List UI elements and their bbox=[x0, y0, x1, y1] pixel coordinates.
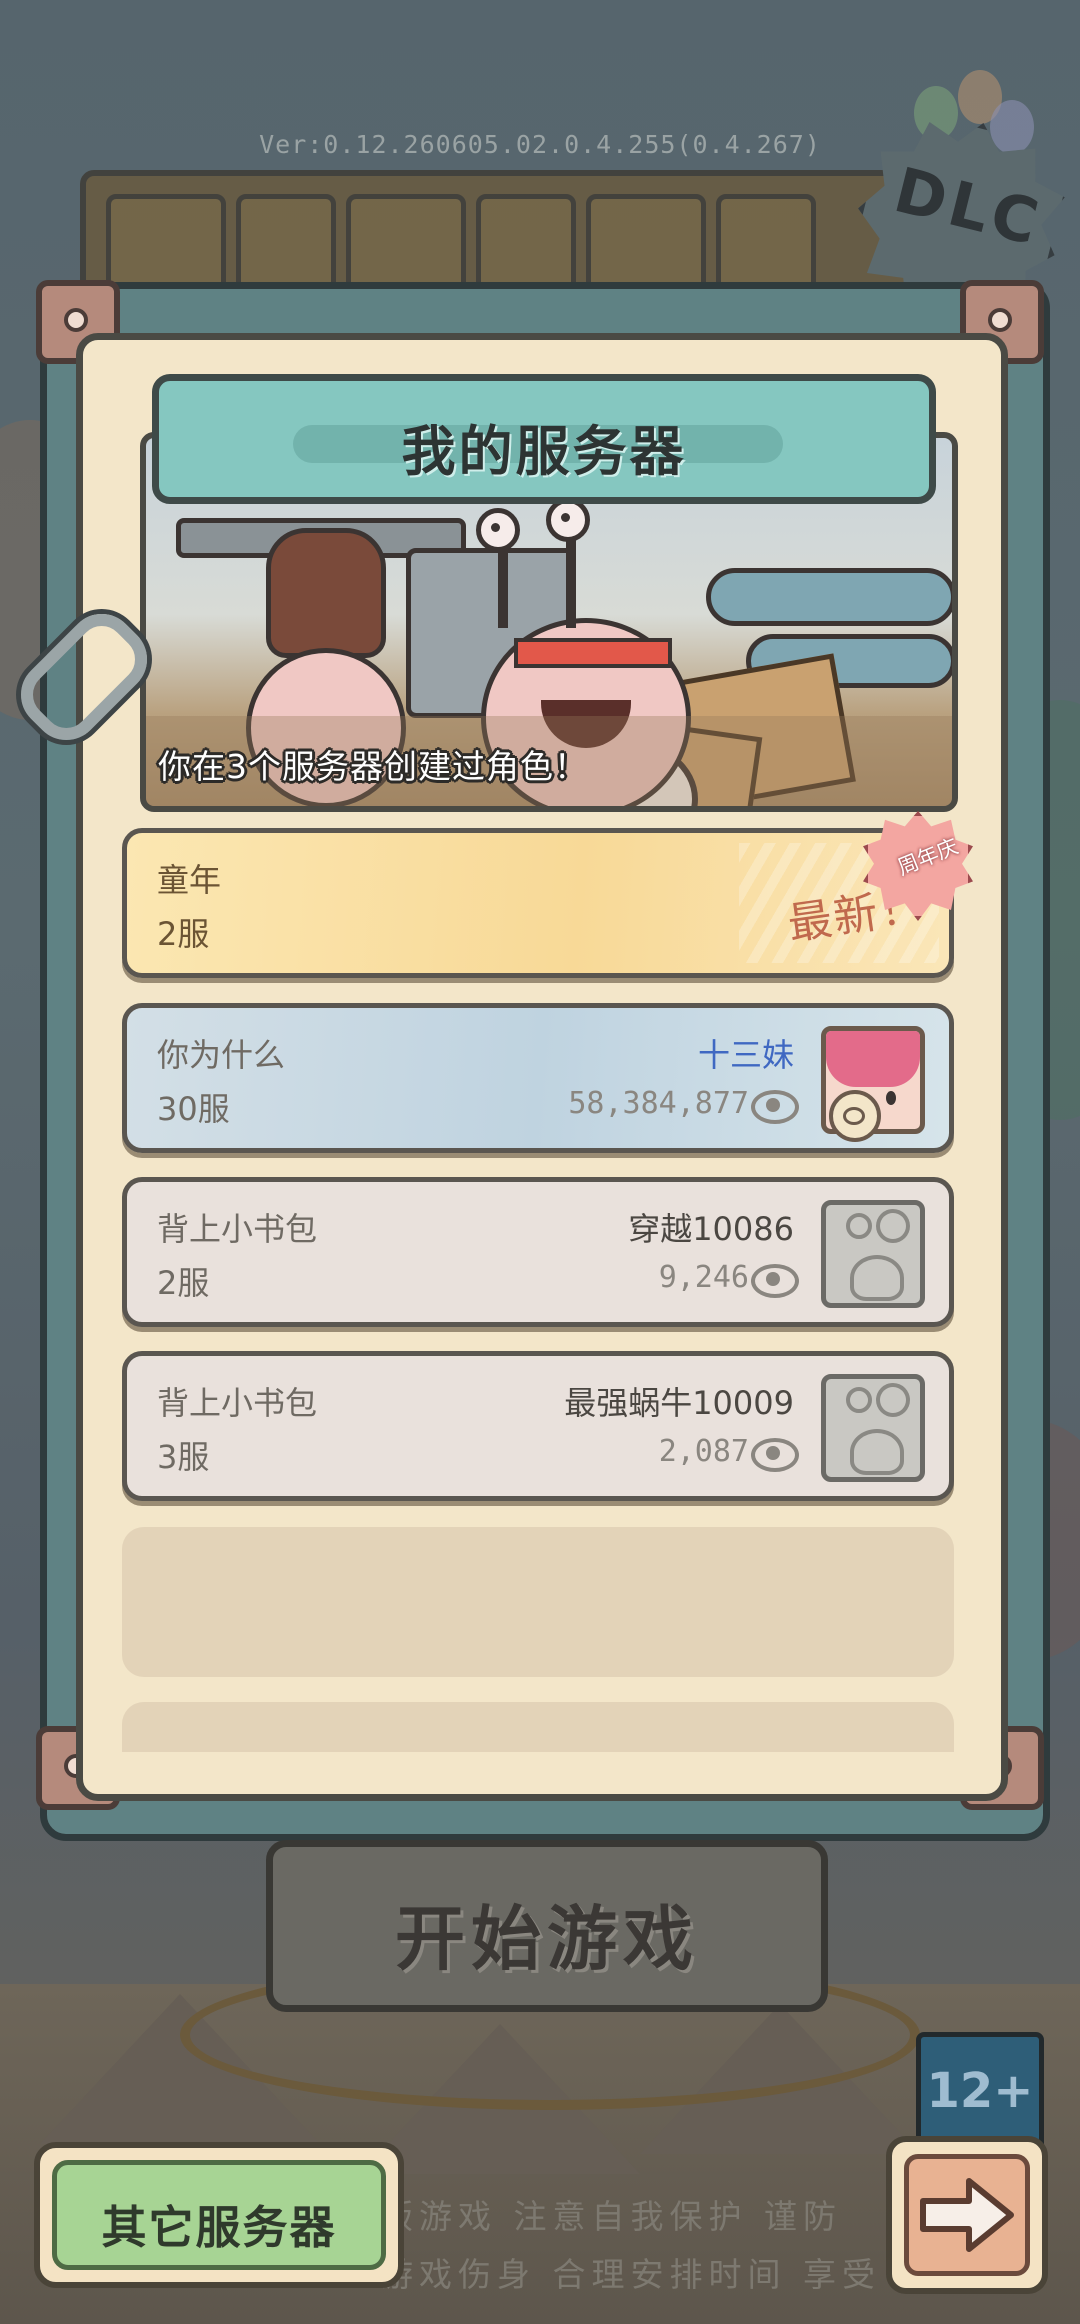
next-button-inner bbox=[904, 2154, 1030, 2276]
health-notice-line: 版游戏 注意自我保护 谨防 bbox=[380, 2197, 842, 2236]
snail-eye bbox=[476, 508, 520, 552]
next-button[interactable] bbox=[886, 2136, 1048, 2294]
start-game-button[interactable]: 开始游戏 bbox=[266, 1840, 828, 2012]
server-row-featured[interactable]: 童年 2服 最新！ 周年庆 bbox=[122, 811, 973, 978]
server-name: 童年 bbox=[157, 861, 222, 899]
avatar-eye bbox=[886, 1091, 896, 1105]
age-rating-label: 12+ bbox=[926, 2063, 1034, 2119]
eye-icon bbox=[751, 1264, 799, 1298]
power-value: 58,384,877 bbox=[568, 1086, 749, 1121]
server-zone: 30服 bbox=[157, 1090, 230, 1128]
avatar-view-icon bbox=[829, 1090, 881, 1142]
server-zone: 2服 bbox=[157, 915, 210, 953]
power-value: 2,087 bbox=[658, 1434, 749, 1469]
server-name: 背上小书包 bbox=[157, 1210, 318, 1248]
rocket-art bbox=[706, 568, 952, 626]
server-row[interactable]: 背上小书包 3服 最强蜗牛10009 2,087 bbox=[122, 1351, 954, 1501]
headband-art bbox=[514, 638, 672, 668]
jar-art bbox=[266, 528, 386, 658]
server-name: 背上小书包 bbox=[157, 1384, 318, 1422]
power-value: 9,246 bbox=[658, 1260, 749, 1295]
empty-server-slot bbox=[122, 1527, 954, 1677]
snail-avatar-icon bbox=[821, 1200, 925, 1308]
panel-title: 我的服务器 bbox=[401, 420, 687, 483]
snail-eye bbox=[546, 498, 590, 542]
panel-title-bar: 我的服务器 bbox=[152, 374, 936, 504]
eye-icon bbox=[751, 1090, 799, 1124]
start-game-label: 开始游戏 bbox=[395, 1898, 699, 1980]
arrow-right-icon bbox=[920, 2178, 1014, 2252]
health-notice-line: 游戏伤身 合理安排时间 享受 bbox=[380, 2255, 881, 2294]
server-zone: 2服 bbox=[157, 1264, 210, 1302]
server-row[interactable]: 背上小书包 2服 穿越10086 9,246 bbox=[122, 1177, 954, 1327]
banner-caption: 你在3个服务器创建过角色！ bbox=[158, 747, 588, 786]
character-name: 最强蜗牛10009 bbox=[564, 1384, 794, 1422]
server-name: 你为什么 bbox=[157, 1036, 286, 1074]
other-servers-button[interactable]: 其它服务器 bbox=[34, 2142, 404, 2288]
snail-stalk bbox=[498, 548, 508, 628]
server-row-selected[interactable]: 你为什么 30服 十三妹 58,384,877 bbox=[122, 1003, 954, 1153]
character-name: 穿越10086 bbox=[628, 1210, 794, 1248]
snail-avatar-icon bbox=[821, 1374, 925, 1482]
avatar-hair bbox=[826, 1031, 920, 1087]
eye-icon bbox=[751, 1438, 799, 1472]
character-name: 十三妹 bbox=[697, 1036, 794, 1074]
other-servers-label: 其它服务器 bbox=[101, 2201, 337, 2254]
version-label: Ver:0.12.260605.02.0.4.255(0.4.267) bbox=[259, 130, 821, 159]
other-servers-inner: 其它服务器 bbox=[52, 2160, 386, 2270]
snail-stalk bbox=[566, 538, 576, 628]
empty-server-slot bbox=[122, 1702, 954, 1752]
server-zone: 3服 bbox=[157, 1438, 210, 1476]
